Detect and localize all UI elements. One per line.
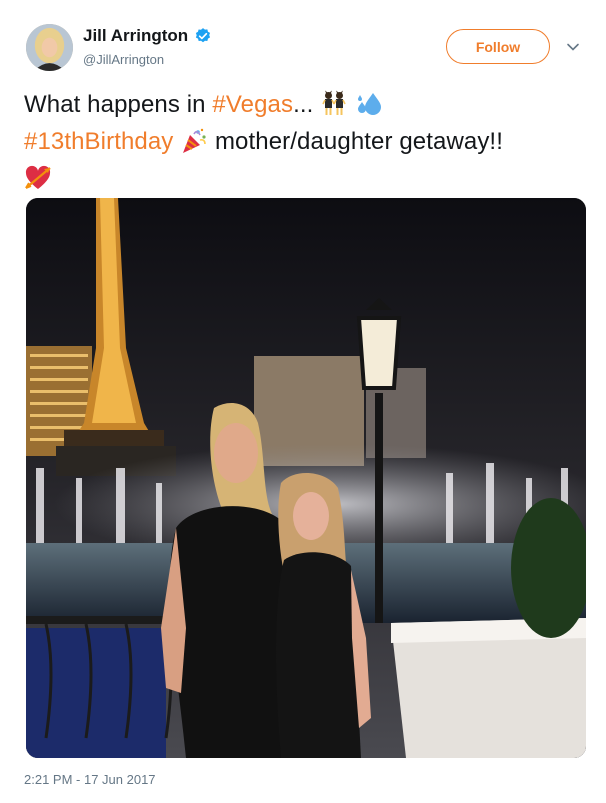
sweat-droplets-emoji-icon bbox=[355, 90, 383, 118]
dancers-emoji-icon bbox=[320, 90, 348, 118]
profile-photo-icon bbox=[26, 24, 73, 71]
tweet-text-line2: mother/daughter getaway!! bbox=[214, 128, 503, 155]
chevron-down-icon[interactable] bbox=[566, 40, 580, 54]
display-name[interactable]: Jill Arrington bbox=[83, 26, 188, 46]
tweet-photo[interactable] bbox=[26, 198, 586, 758]
hashtag-13thbirthday[interactable]: #13thBirthday bbox=[24, 128, 173, 155]
tweet-text-line1: What happens in bbox=[24, 91, 213, 118]
party-popper-emoji-icon bbox=[180, 127, 208, 155]
vegas-photo-icon bbox=[26, 198, 586, 758]
follow-button[interactable]: Follow bbox=[446, 29, 550, 64]
tweet-timestamp[interactable]: 2:21 PM - 17 Jun 2017 bbox=[24, 772, 156, 787]
heart-with-arrow-emoji-icon bbox=[24, 164, 52, 192]
author-name-row[interactable]: Jill Arrington bbox=[83, 26, 212, 46]
verified-badge-icon bbox=[196, 28, 211, 43]
ellipsis-text: ... bbox=[293, 91, 314, 118]
avatar[interactable] bbox=[26, 24, 73, 71]
hashtag-vegas[interactable]: #Vegas bbox=[212, 91, 293, 118]
author-handle[interactable]: @JillArrington bbox=[83, 52, 164, 67]
tweet-text: What happens in #Vegas... #13thBirthday bbox=[24, 86, 596, 197]
